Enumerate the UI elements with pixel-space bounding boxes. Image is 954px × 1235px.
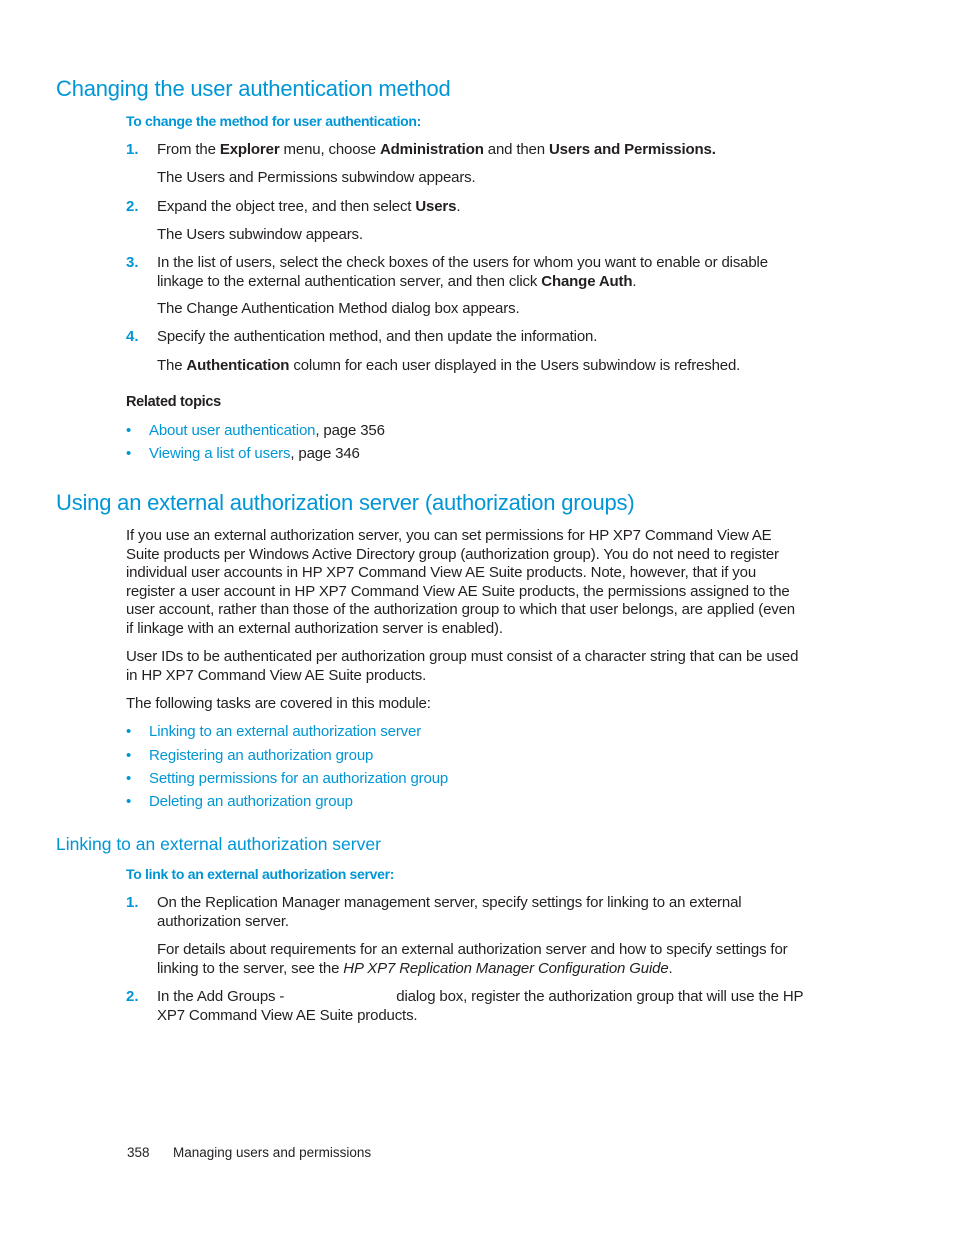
document-reference: HP XP7 Replication Manager Configuration… [343,959,669,977]
bullet-icon: • [126,793,132,810]
related-topic-item: • Viewing a list of users, page 346 [126,445,360,464]
procedure-title: To link to an external authorization ser… [126,866,395,882]
step-number: 2. [126,198,139,215]
step-result: For details about requirements for an ex… [157,941,807,978]
link-setting-permissions-authorization-group[interactable]: Setting permissions for an authorization… [149,770,448,787]
bullet-icon: • [126,723,132,740]
related-topics-title: Related topics [126,394,221,410]
page-reference: , page 346 [290,445,360,462]
user-id-paragraph: User IDs to be authenticated per authori… [126,648,799,684]
link-registering-authorization-group[interactable]: Registering an authorization group [149,747,373,764]
bullet-icon: • [126,747,132,764]
step-text: On the Replication Manager management se… [157,894,742,930]
text: . [668,959,673,977]
ui-term: Explorer [219,141,280,158]
step-number: 1. [126,894,139,911]
text: The [157,357,187,374]
link-deleting-authorization-group[interactable]: Deleting an authorization group [149,793,353,810]
subsection-heading-linking: Linking to an external authorization ser… [56,834,381,854]
step-text: Expand the object tree, and then select … [157,198,807,217]
task-list-item: • Deleting an authorization group [126,793,353,812]
chapter-title: Managing users and permissions [173,1145,372,1160]
ui-term: Users [415,198,457,215]
text: . [456,198,461,215]
intro-paragraph: If you use an external authorization ser… [126,527,796,637]
section-heading-changing-auth-method: Changing the user authentication method [56,76,451,101]
text: In the Add Groups - [157,988,289,1005]
bullet-icon: • [126,422,132,439]
bullet-icon: • [126,445,132,462]
link-about-user-authentication[interactable]: About user authentication [149,422,316,439]
task-list-item: • Setting permissions for an authorizatio… [126,770,448,789]
step-result: The Authentication column for each user … [157,357,807,376]
text: In the list of users, select the check b… [157,254,768,290]
text: column for each user displayed in the Us… [289,357,741,374]
ui-term: Users and Permissions. [548,141,716,158]
step-number: 4. [126,328,139,345]
ui-term: Change Auth [541,272,633,290]
text: From the [157,141,220,158]
link-viewing-list-of-users[interactable]: Viewing a list of users [149,445,290,462]
step-text: In the Add Groups - dialog box, register… [157,988,807,1025]
step-result: The Users and Permissions subwindow appe… [157,169,476,186]
task-list-item: • Registering an authorization group [126,747,373,766]
text: . [632,272,637,290]
text: Expand the object tree, and then select [157,198,416,215]
step-number: 1. [126,141,139,158]
ui-term: Authentication [186,357,290,374]
bullet-icon: • [126,770,132,787]
step-text: In the list of users, select the check b… [157,254,807,291]
step-number: 2. [126,988,139,1005]
procedure-title: To change the method for user authentica… [126,113,422,129]
link-linking-external-authorization-server[interactable]: Linking to an external authorization ser… [149,723,421,740]
page-footer: 358 Managing users and permissions [127,1145,371,1160]
step-text: Specify the authentication method, and t… [157,328,598,345]
step-number: 3. [126,254,139,271]
text: menu, choose [279,141,380,158]
document-page: Changing the user authentication method … [0,0,954,1235]
related-topic-item: • About user authentication, page 356 [126,422,385,441]
tasks-intro: The following tasks are covered in this … [126,695,431,712]
page-reference: , page 356 [315,422,385,439]
section-heading-external-authorization: Using an external authorization server (… [56,490,635,515]
step-result: The Change Authentication Method dialog … [157,300,520,317]
page-number: 358 [127,1145,150,1160]
ui-term: Administration [379,141,484,158]
step-result: The Users subwindow appears. [157,226,363,243]
text: and then [483,141,549,158]
task-list-item: • Linking to an external authorization se… [126,723,421,742]
step-text: From the Explorer menu, choose Administr… [157,141,807,160]
